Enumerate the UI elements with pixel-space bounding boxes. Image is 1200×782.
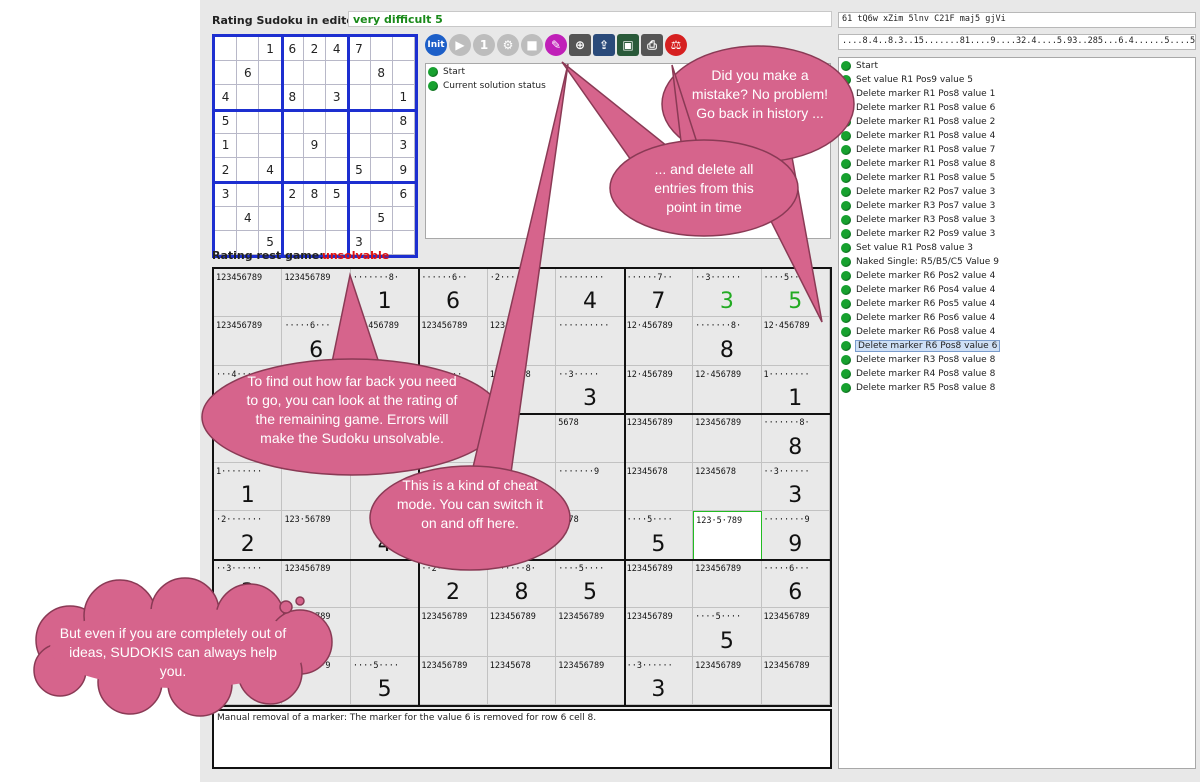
- cheat-callout-text: This is a kind of cheat mode. You can sw…: [396, 477, 544, 531]
- delete-callout-text: ... and delete all entries from this poi…: [654, 161, 754, 215]
- mistake-callout-text: Did you make a mistake? No problem! Go b…: [691, 67, 829, 121]
- rating-callout-pointer: [329, 272, 384, 373]
- help-callout-text: But even if you are completely out of id…: [59, 625, 287, 679]
- rating-callout-text: To find out how far back you need to go,…: [246, 373, 458, 446]
- cheat-callout-pointer: [469, 63, 569, 481]
